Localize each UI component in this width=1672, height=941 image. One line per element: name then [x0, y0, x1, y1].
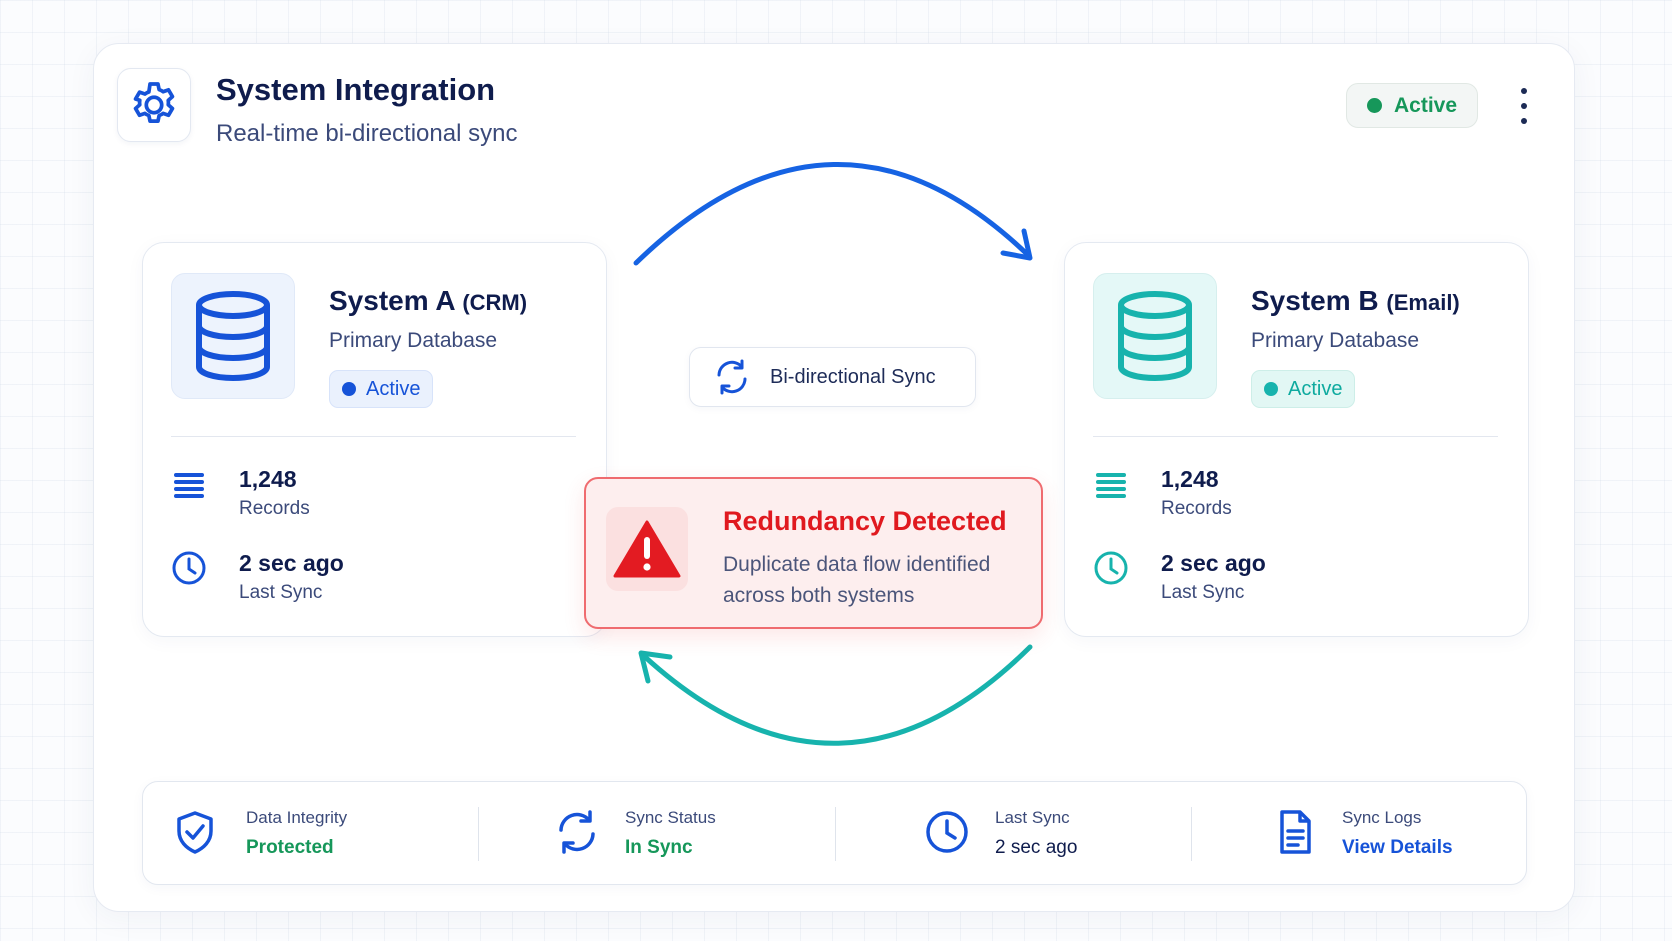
arrow-b-to-a: [641, 644, 1033, 746]
bidirectional-sync-badge[interactable]: Bi-directional Sync: [689, 347, 976, 407]
warning-icon: [606, 507, 688, 591]
divider: [171, 436, 576, 437]
footer-label: Last Sync: [995, 808, 1070, 827]
divider: [1093, 436, 1498, 437]
system-b-subtitle: Primary Database: [1251, 329, 1420, 352]
system-b-title: System B (Email): [1251, 285, 1460, 316]
last-sync-value: 2 sec ago: [239, 550, 344, 576]
clock-icon: [926, 811, 968, 853]
last-sync-value: 2 sec ago: [1161, 550, 1266, 576]
footer-value: Protected: [246, 837, 334, 858]
system-a-title: System A (CRM): [329, 285, 528, 316]
records-value: 1,248: [239, 466, 297, 492]
records-value: 1,248: [1161, 466, 1219, 492]
last-sync-label: Last Sync: [1161, 582, 1245, 603]
divider: [1191, 807, 1192, 861]
last-sync-label: Last Sync: [239, 582, 323, 603]
status-bar: Data Integrity Protected Sync Status In …: [142, 781, 1527, 885]
database-icon: [171, 273, 295, 399]
alert-message: Duplicate data flow identified across bo…: [723, 553, 991, 607]
clock-icon: [172, 551, 206, 585]
status-dot-icon: [1264, 382, 1278, 396]
records-label: Records: [1161, 498, 1232, 519]
system-b-card[interactable]: System B (Email) Primary Database Active…: [1064, 242, 1529, 637]
alert-title: Redundancy Detected: [723, 506, 1007, 536]
sync-icon: [559, 810, 595, 854]
records-label: Records: [239, 498, 310, 519]
shield-check-icon: [177, 811, 213, 854]
view-details-link[interactable]: View Details: [1342, 837, 1453, 859]
system-a-subtitle: Primary Database: [329, 329, 498, 352]
list-icon: [174, 473, 204, 498]
database-icon: [1093, 273, 1217, 399]
system-b-status-badge: Active: [1251, 370, 1356, 408]
footer-label: Data Integrity: [246, 808, 348, 827]
arrow-a-to-b: [633, 162, 1031, 266]
divider: [835, 807, 836, 861]
document-icon: [1280, 810, 1311, 854]
system-a-status-badge: Active: [329, 370, 434, 408]
sync-label: Bi-directional Sync: [770, 365, 936, 388]
divider: [478, 807, 479, 861]
footer-label: Sync Logs: [1342, 808, 1422, 827]
redundancy-alert[interactable]: Redundancy Detected Duplicate data flow …: [584, 477, 1043, 629]
footer-value: In Sync: [625, 837, 693, 858]
clock-icon: [1094, 551, 1128, 585]
footer-label: Sync Status: [625, 808, 716, 827]
status-dot-icon: [342, 382, 356, 396]
footer-value: 2 sec ago: [995, 837, 1078, 858]
list-icon: [1096, 473, 1126, 498]
system-a-card[interactable]: System A (CRM) Primary Database Active 1…: [142, 242, 607, 637]
sync-icon: [717, 359, 747, 395]
